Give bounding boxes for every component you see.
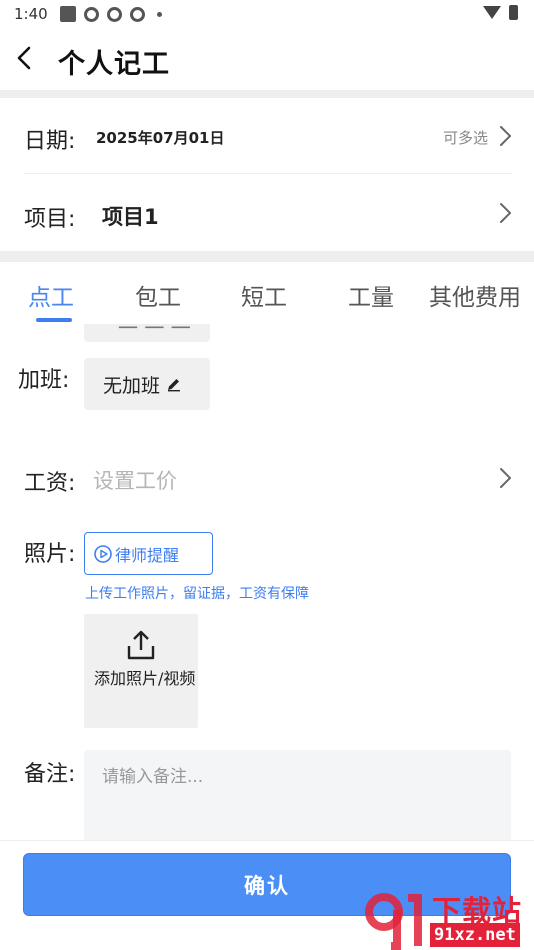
row-divider	[24, 173, 512, 174]
section-divider	[0, 251, 534, 262]
wage-placeholder[interactable]: 设置工价	[93, 465, 177, 495]
date-label: 日期:	[24, 129, 76, 154]
overtime-label: 加班:	[18, 368, 70, 393]
status-bar: 1:40	[0, 0, 534, 28]
status-time: 1:40	[14, 5, 48, 23]
multi-select-hint: 可多选	[442, 129, 488, 147]
tab-other-fees[interactable]: 其他费用	[429, 278, 521, 312]
app-notification-icon	[106, 6, 122, 22]
work-hours-chip[interactable]: 一 一 一	[84, 324, 210, 342]
tab-gong-liang[interactable]: 工量	[348, 278, 394, 312]
wifi-icon	[483, 6, 501, 19]
tab-bar: 点工 包工 短工 工量 其他费用	[0, 262, 534, 324]
project-value: 项目1	[102, 205, 159, 229]
chevron-right-icon	[500, 126, 511, 146]
wage-label: 工资:	[24, 471, 76, 496]
project-row[interactable]: 项目: 项目1	[0, 175, 534, 251]
notification-icon	[59, 6, 76, 22]
section-divider	[0, 90, 534, 98]
overtime-value: 无加班	[103, 374, 161, 397]
upload-icon	[127, 630, 155, 660]
add-photo-label: 添加照片/视频	[94, 669, 196, 688]
remark-input[interactable]: 请输入备注...	[84, 750, 511, 850]
confirm-label: 确认	[244, 873, 290, 898]
active-tab-indicator	[36, 318, 72, 322]
chevron-right-icon	[500, 203, 511, 223]
more-notifications-icon	[156, 11, 162, 17]
tab-duan-gong[interactable]: 短工	[241, 278, 287, 312]
remark-placeholder: 请输入备注...	[102, 767, 204, 787]
date-value: 2025年07月01日	[96, 129, 225, 147]
date-row[interactable]: 日期: 2025年07月01日 可多选	[0, 98, 534, 174]
tab-bao-gong[interactable]: 包工	[135, 278, 181, 312]
back-arrow-icon[interactable]	[12, 44, 40, 72]
wage-row[interactable]: 工资:	[0, 444, 534, 514]
lawyer-reminder-button[interactable]: 律师提醒	[84, 532, 213, 575]
chevron-right-icon	[500, 468, 511, 488]
app-notification-icon	[83, 6, 99, 22]
play-circle-icon	[94, 544, 112, 563]
watermark-url: 91xz.net	[430, 923, 520, 947]
overtime-selector[interactable]: 无加班	[84, 358, 210, 410]
watermark-logo	[365, 893, 422, 950]
app-header: 个人记工	[0, 28, 534, 90]
remark-label: 备注:	[24, 762, 76, 787]
add-photo-button[interactable]: 添加照片/视频	[84, 614, 198, 728]
watermark: 下载站 91xz.net	[364, 888, 534, 950]
app-notification-icon	[129, 6, 145, 22]
photo-label: 照片:	[24, 542, 76, 567]
upload-hint: 上传工作照片，留证据，工资有保障	[85, 586, 309, 602]
tab-dian-gong[interactable]: 点工	[28, 278, 74, 312]
project-label: 项目:	[24, 207, 76, 232]
page-title: 个人记工	[58, 49, 170, 80]
lawyer-reminder-label: 律师提醒	[115, 545, 180, 565]
battery-icon	[509, 5, 518, 20]
pencil-icon	[168, 379, 181, 392]
